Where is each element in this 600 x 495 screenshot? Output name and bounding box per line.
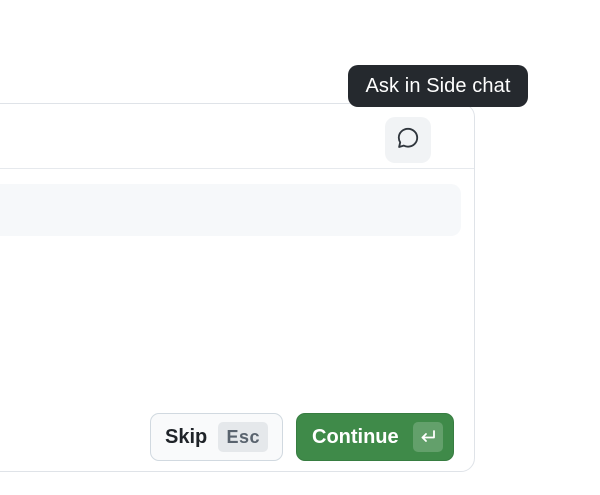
return-key-icon — [412, 422, 443, 452]
action-buttons: Skip Esc Continue — [150, 413, 454, 461]
dialog-panel: Skip Esc Continue — [0, 103, 475, 472]
side-chat-tooltip: Ask in Side chat — [348, 65, 528, 107]
speech-bubble-icon — [395, 125, 421, 156]
skip-button[interactable]: Skip Esc — [150, 413, 283, 461]
skip-label: Skip — [165, 425, 208, 448]
stage: Ask in Side chat Skip Esc Continue — [0, 0, 600, 495]
continue-button[interactable]: Continue — [296, 413, 454, 461]
message-input-area[interactable] — [0, 184, 461, 236]
ask-side-chat-button[interactable] — [385, 117, 431, 163]
continue-label: Continue — [312, 425, 399, 448]
esc-shortcut-badge: Esc — [218, 422, 269, 452]
panel-header — [0, 104, 474, 169]
